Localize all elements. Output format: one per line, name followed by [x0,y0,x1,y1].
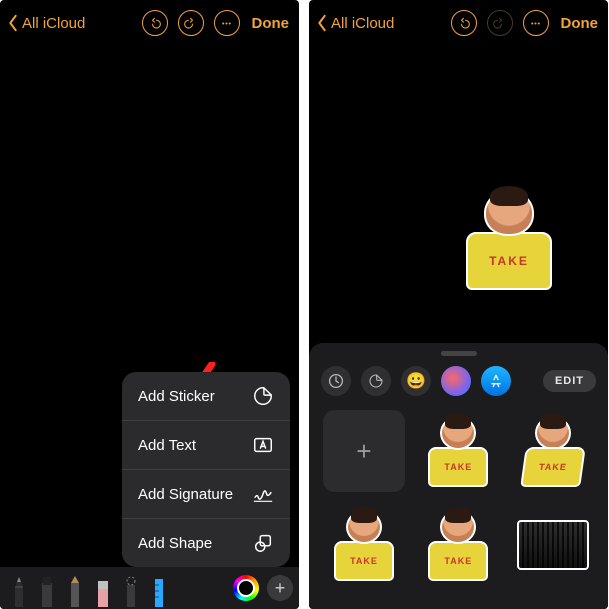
done-button[interactable]: Done [252,15,290,32]
placed-sticker[interactable]: TAKE [461,190,557,300]
tool-pen[interactable] [6,571,32,607]
undo-icon [457,17,470,30]
menu-label: Add Text [138,437,196,454]
sticker-category-row: 😀 EDIT [309,366,608,406]
nav-bar: All iCloud Done [0,4,299,46]
sticker-cell[interactable]: TAKE [512,410,594,492]
add-menu-popup: Add Sticker Add Text Add Signature Add S… [122,372,290,567]
redo-button[interactable] [487,10,513,36]
chevron-left-icon [6,14,20,32]
tool-pencil[interactable] [62,571,88,607]
sticker-cell[interactable]: TAKE [323,504,405,586]
back-label: All iCloud [22,15,85,32]
menu-add-text[interactable]: Add Text [122,420,290,469]
tool-marker[interactable] [34,571,60,607]
color-picker[interactable] [233,575,259,601]
done-button[interactable]: Done [561,15,599,32]
menu-label: Add Sticker [138,388,215,405]
phone-left: All iCloud Done Add Sticker Add Text [0,0,299,609]
back-button[interactable]: All iCloud [315,14,394,32]
sticker-face-icon [484,190,534,236]
menu-label: Add Signature [138,486,233,503]
menu-add-sticker[interactable]: Add Sticker [122,372,290,420]
sticker-cell[interactable]: TAKE [417,410,499,492]
sticker-icon [368,373,384,389]
menu-add-signature[interactable]: Add Signature [122,469,290,518]
sticker-drawer: 😀 EDIT + TAKE TAKE TAKE TAKE [309,343,608,609]
signature-icon [252,483,274,505]
tool-ruler[interactable] [146,571,172,607]
category-appstore[interactable] [481,366,511,396]
back-button[interactable]: All iCloud [6,14,85,32]
add-sticker-cell[interactable]: + [323,410,405,492]
undo-button[interactable] [451,10,477,36]
drawer-grabber[interactable] [441,351,477,356]
category-photo[interactable] [441,366,471,396]
undo-button[interactable] [142,10,168,36]
category-recents[interactable] [321,366,351,396]
ellipsis-icon [220,17,233,30]
shapes-icon [252,532,274,554]
clock-icon [328,373,344,389]
redo-button[interactable] [178,10,204,36]
markup-toolbar: + [0,567,299,609]
category-emoji[interactable]: 😀 [401,366,431,396]
sticker-cell[interactable]: TAKE [417,504,499,586]
emoji-icon: 😀 [406,371,426,391]
more-button[interactable] [523,10,549,36]
phone-right: All iCloud Done TAKE 😀 [309,0,608,609]
chevron-left-icon [315,14,329,32]
redo-icon [184,17,197,30]
sticker-cell[interactable] [512,504,594,586]
redo-icon [493,17,506,30]
textbox-icon [252,434,274,456]
tool-lasso[interactable] [118,571,144,607]
category-stickers[interactable] [361,366,391,396]
sticker-grid: + TAKE TAKE TAKE TAKE [309,406,608,596]
appstore-icon [489,374,503,388]
back-label: All iCloud [331,15,394,32]
undo-icon [148,17,161,30]
add-button[interactable]: + [267,575,293,601]
sticker-shirt: TAKE [466,232,552,290]
edit-button[interactable]: EDIT [543,370,596,392]
ellipsis-icon [529,17,542,30]
more-button[interactable] [214,10,240,36]
tool-eraser[interactable] [90,571,116,607]
menu-add-shape[interactable]: Add Shape [122,518,290,567]
menu-label: Add Shape [138,535,212,552]
sticker-icon [252,385,274,407]
keyboard-sticker-icon [517,520,589,570]
nav-bar: All iCloud Done [309,4,608,46]
